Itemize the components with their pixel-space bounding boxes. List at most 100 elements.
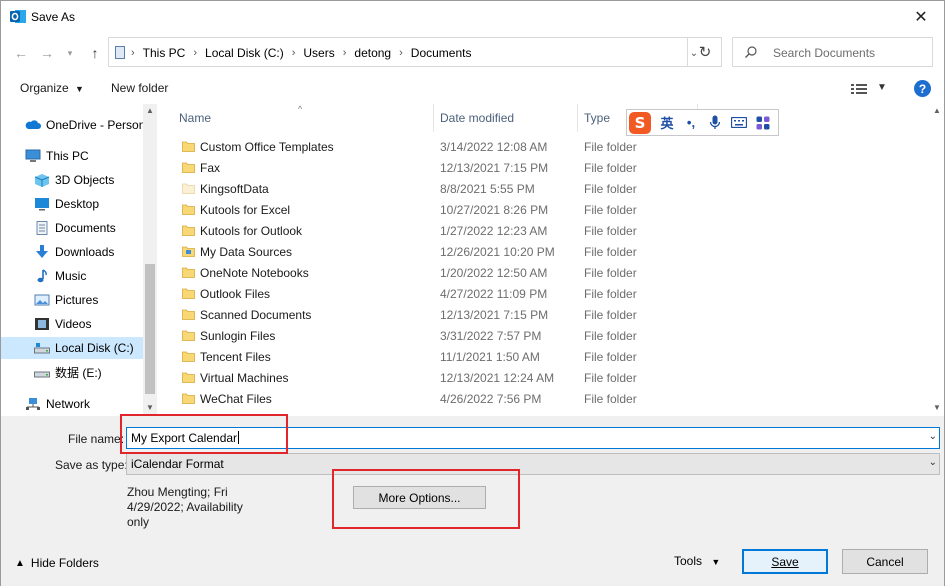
refresh-button[interactable]: ↻ xyxy=(687,37,722,67)
new-folder-label: New folder xyxy=(111,81,169,95)
nav-item-music[interactable]: Music xyxy=(1,265,143,287)
column-header-date[interactable]: Date modified xyxy=(434,104,578,132)
file-name: Sunlogin Files xyxy=(200,329,276,343)
address-bar[interactable]: › This PC › Local Disk (C:) › Users › de… xyxy=(108,37,722,67)
ime-toolbar[interactable]: S 英 •, xyxy=(626,109,779,136)
ime-punctuation-toggle[interactable]: •, xyxy=(679,112,703,134)
keyboard-icon[interactable] xyxy=(727,112,751,134)
close-button[interactable]: ✕ xyxy=(898,1,944,32)
save-as-dialog: Save As ✕ ← → ▾ ↑ › This PC › Local Disk… xyxy=(0,0,945,586)
folder-icon xyxy=(182,372,195,383)
file-row[interactable]: My Data Sources 12/26/2021 10:20 PM File f… xyxy=(157,241,944,262)
nav-item-videos[interactable]: Videos xyxy=(1,313,143,335)
nav-item-documents[interactable]: Documents xyxy=(1,217,143,239)
chevron-down-icon[interactable]: ⌄ xyxy=(929,431,937,442)
column-type-label: Type xyxy=(584,111,611,125)
file-row[interactable]: Outlook Files 4/27/2022 11:09 PM File fold… xyxy=(157,283,944,304)
search-placeholder: Search Documents xyxy=(773,46,876,60)
nav-item-pictures[interactable]: Pictures xyxy=(1,289,143,311)
outlook-icon xyxy=(10,10,26,23)
nav-item-onedrive[interactable]: OneDrive - Person xyxy=(1,114,143,136)
view-options-dropdown[interactable]: ▼ xyxy=(877,82,887,93)
tools-label: Tools xyxy=(674,554,703,568)
nav-scrollbar-thumb[interactable] xyxy=(145,264,155,394)
folder-icon xyxy=(182,246,195,257)
chevron-right-icon[interactable]: › xyxy=(343,47,347,59)
nav-item-local-disk[interactable]: Local Disk (C:) xyxy=(1,337,143,359)
column-name-label: Name xyxy=(179,111,212,125)
file-row[interactable]: Scanned Documents 12/13/2021 7:15 PM File … xyxy=(157,304,944,325)
file-date: 12/26/2021 10:20 PM xyxy=(440,245,555,259)
nav-item-label: Videos xyxy=(55,317,92,331)
chevron-right-icon[interactable]: › xyxy=(399,47,403,59)
forward-button[interactable]: → xyxy=(37,43,57,63)
organize-button[interactable]: Organize ▼ xyxy=(20,81,84,95)
scroll-up-icon[interactable]: ▲ xyxy=(146,106,154,115)
chevron-down-icon[interactable]: ⌄ xyxy=(929,457,937,468)
drive-icon xyxy=(34,343,50,354)
recent-locations-button[interactable]: ▾ xyxy=(60,43,80,63)
search-input[interactable]: Search Documents xyxy=(732,37,933,67)
file-row[interactable]: WeChat Files 4/26/2022 7:56 PM File folder xyxy=(157,388,944,409)
nav-scrollbar[interactable]: ▲ ▼ xyxy=(143,104,157,416)
sogou-logo-icon[interactable]: S xyxy=(629,111,651,134)
chevron-right-icon: › xyxy=(131,47,135,59)
chevron-right-icon[interactable]: › xyxy=(193,47,197,59)
file-date: 4/26/2022 7:56 PM xyxy=(440,392,542,406)
hide-folders-label: Hide Folders xyxy=(30,556,99,570)
cancel-button[interactable]: Cancel xyxy=(842,549,928,574)
music-icon xyxy=(37,269,47,283)
back-button[interactable]: ← xyxy=(11,43,31,63)
nav-item-downloads[interactable]: Downloads xyxy=(1,241,143,263)
file-name: Fax xyxy=(200,161,221,175)
file-name: Outlook Files xyxy=(200,287,271,301)
details-view-icon[interactable] xyxy=(851,83,867,95)
folder-icon xyxy=(182,225,195,236)
file-row[interactable]: Kutools for Outlook 1/27/2022 12:23 AM Fil… xyxy=(157,220,944,241)
breadcrumb-users[interactable]: Users xyxy=(303,46,334,60)
help-icon[interactable]: ? xyxy=(914,80,931,97)
breadcrumb-local-disk[interactable]: Local Disk (C:) xyxy=(205,46,284,60)
ime-language-toggle[interactable]: 英 xyxy=(655,112,679,134)
file-row[interactable]: Sunlogin Files 3/31/2022 7:57 PM File fold… xyxy=(157,325,944,346)
arrow-right-icon: → xyxy=(40,45,54,61)
file-row[interactable]: Tencent Files 11/1/2021 1:50 AM File folde… xyxy=(157,346,944,367)
file-row[interactable]: Kutools for Excel 10/27/2021 8:26 PM File … xyxy=(157,199,944,220)
breadcrumb-documents[interactable]: Documents xyxy=(411,46,472,60)
breadcrumb-detong[interactable]: detong xyxy=(354,46,391,60)
file-list-scrollbar[interactable]: ▲ ▼ xyxy=(930,104,944,416)
file-name: Tencent Files xyxy=(200,350,271,364)
scroll-down-icon[interactable]: ▼ xyxy=(933,403,941,412)
file-date: 12/13/2021 7:15 PM xyxy=(440,308,549,322)
scroll-up-icon[interactable]: ▲ xyxy=(933,106,941,115)
nav-item-label: This PC xyxy=(46,149,89,163)
nav-item-this-pc[interactable]: This PC xyxy=(1,145,143,167)
file-name: Kutools for Outlook xyxy=(200,224,303,238)
file-row[interactable]: OneNote Notebooks 1/20/2022 12:50 AM File … xyxy=(157,262,944,283)
hide-folders-button[interactable]: ▲ Hide Folders xyxy=(15,556,99,570)
ime-punctuation-label: •, xyxy=(686,115,696,130)
breadcrumb-this-pc[interactable]: This PC xyxy=(143,46,186,60)
up-button[interactable]: ↑ xyxy=(85,43,105,63)
chevron-down-icon: ▾ xyxy=(67,47,73,58)
microphone-icon[interactable] xyxy=(703,112,727,134)
nav-item-3d-objects[interactable]: 3D Objects xyxy=(1,169,143,191)
column-header-name[interactable]: Name xyxy=(173,104,434,132)
scroll-down-icon[interactable]: ▼ xyxy=(146,403,154,412)
nav-item-data-drive[interactable]: 数据 (E:) xyxy=(1,361,143,383)
save-button[interactable]: Save xyxy=(742,549,828,574)
chevron-right-icon[interactable]: › xyxy=(292,47,296,59)
file-row[interactable]: Custom Office Templates 3/14/2022 12:08 A… xyxy=(157,136,944,157)
organize-label: Organize xyxy=(20,81,69,95)
toolbox-icon[interactable] xyxy=(751,112,775,134)
file-row[interactable]: KingsoftData 8/8/2021 5:55 PM File folder xyxy=(157,178,944,199)
file-name: Custom Office Templates xyxy=(200,140,334,154)
nav-item-desktop[interactable]: Desktop xyxy=(1,193,143,215)
nav-item-network[interactable]: Network xyxy=(1,393,143,415)
new-folder-button[interactable]: New folder xyxy=(111,81,168,95)
navigation-pane: OneDrive - Person This PC 3D Objects Des… xyxy=(1,104,157,416)
tools-dropdown[interactable]: Tools ▼ xyxy=(674,554,720,568)
file-row[interactable]: Fax 12/13/2021 7:15 PM File folder xyxy=(157,157,944,178)
save-as-type-select[interactable]: iCalendar Format ⌄ xyxy=(126,453,940,475)
file-row[interactable]: Virtual Machines 12/13/2021 12:24 AM File … xyxy=(157,367,944,388)
